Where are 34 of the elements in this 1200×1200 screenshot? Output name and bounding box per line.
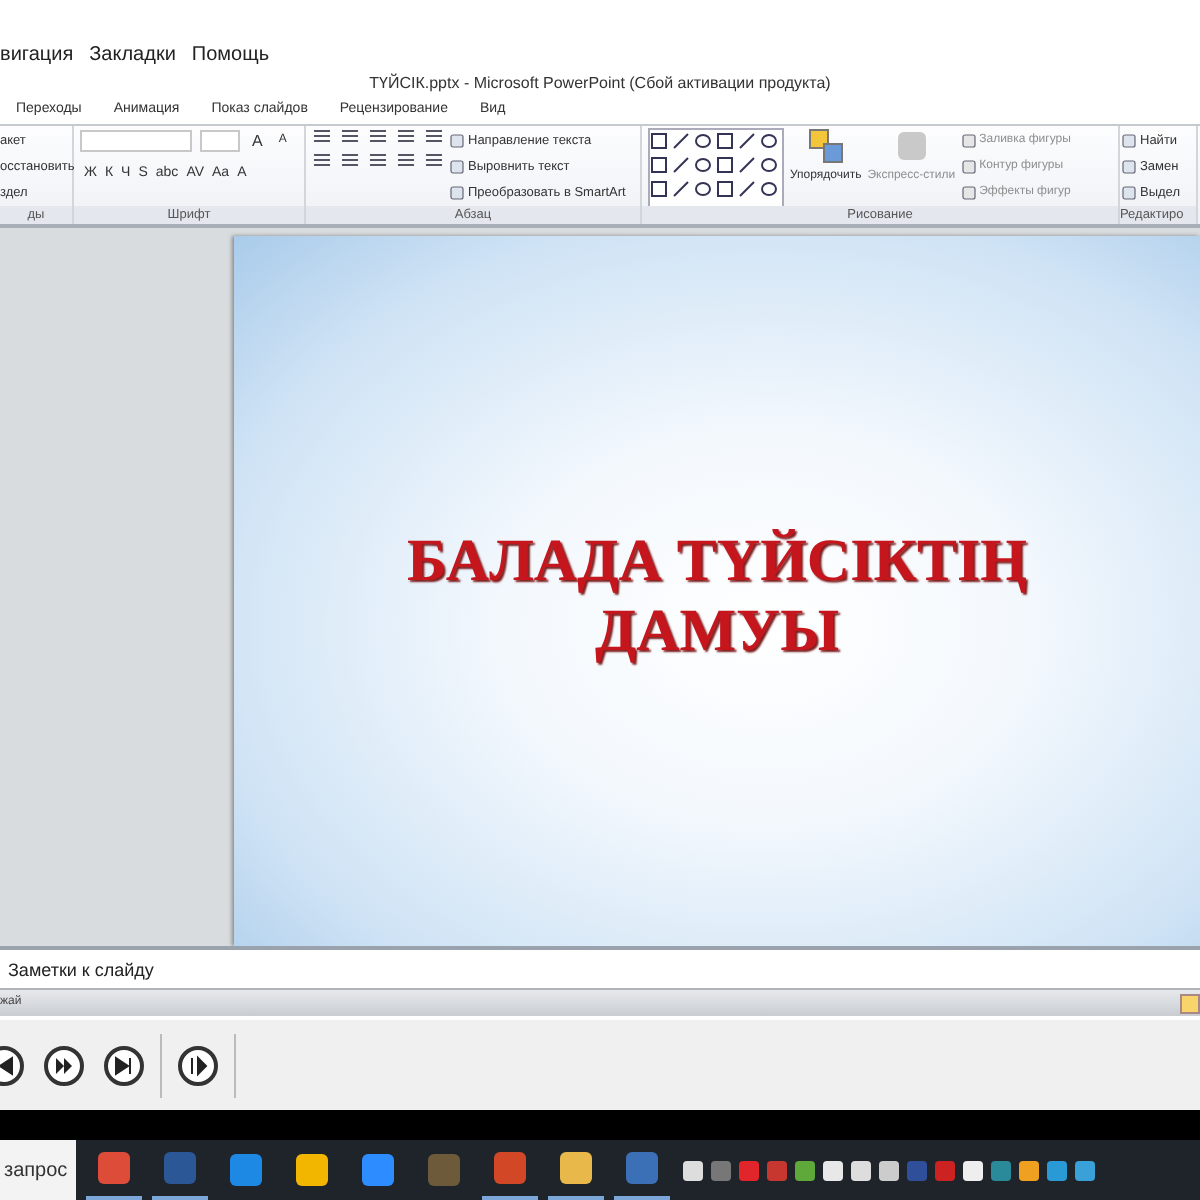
tray-icon[interactable] [682,1159,704,1181]
align-left-icon[interactable] [312,152,332,168]
tray-icon[interactable] [1074,1159,1096,1181]
menu-item[interactable]: Закладки [89,40,176,70]
font-name-field[interactable] [80,130,192,152]
app-icon[interactable] [492,1150,528,1186]
play-pause-button[interactable] [178,1045,218,1085]
app-icon[interactable] [294,1152,330,1188]
font-size-field[interactable] [200,130,240,152]
fast-forward-icon[interactable] [52,1053,76,1077]
app-icon[interactable] [558,1150,594,1186]
window-title: ТҮЙСІК.pptx - Microsoft PowerPoint (Сбой активации продукта) [369,74,831,92]
app-icon[interactable] [96,1150,132,1186]
font-size-button[interactable]: A [248,128,267,154]
next-icon[interactable] [112,1053,136,1077]
app-icon[interactable] [360,1152,396,1188]
menu-item[interactable]: Помощь [191,40,270,70]
menu-item[interactable]: вигация [0,40,74,70]
tray-icon[interactable] [962,1159,984,1181]
shape-gallery-drawing[interactable] [648,128,784,208]
next-button[interactable] [104,1045,144,1085]
tray-icon[interactable] [822,1159,844,1181]
tray-icon[interactable] [878,1159,900,1181]
view-icon[interactable] [1180,993,1200,1013]
tray-icon[interactable] [1018,1159,1040,1181]
arrange-icon[interactable] [807,128,844,164]
justify-icon[interactable] [396,152,416,168]
fast-forward-button[interactable] [44,1045,84,1085]
tray-icon[interactable] [850,1159,872,1181]
app-icon[interactable] [228,1152,264,1188]
list-icon[interactable] [312,128,332,144]
play-pause-icon[interactable] [186,1053,210,1077]
slide-title: БАЛАДА ТҮЙСІКТІҢ ДАМУЫ [406,528,1028,666]
search-field[interactable]: запрос [0,1140,76,1200]
